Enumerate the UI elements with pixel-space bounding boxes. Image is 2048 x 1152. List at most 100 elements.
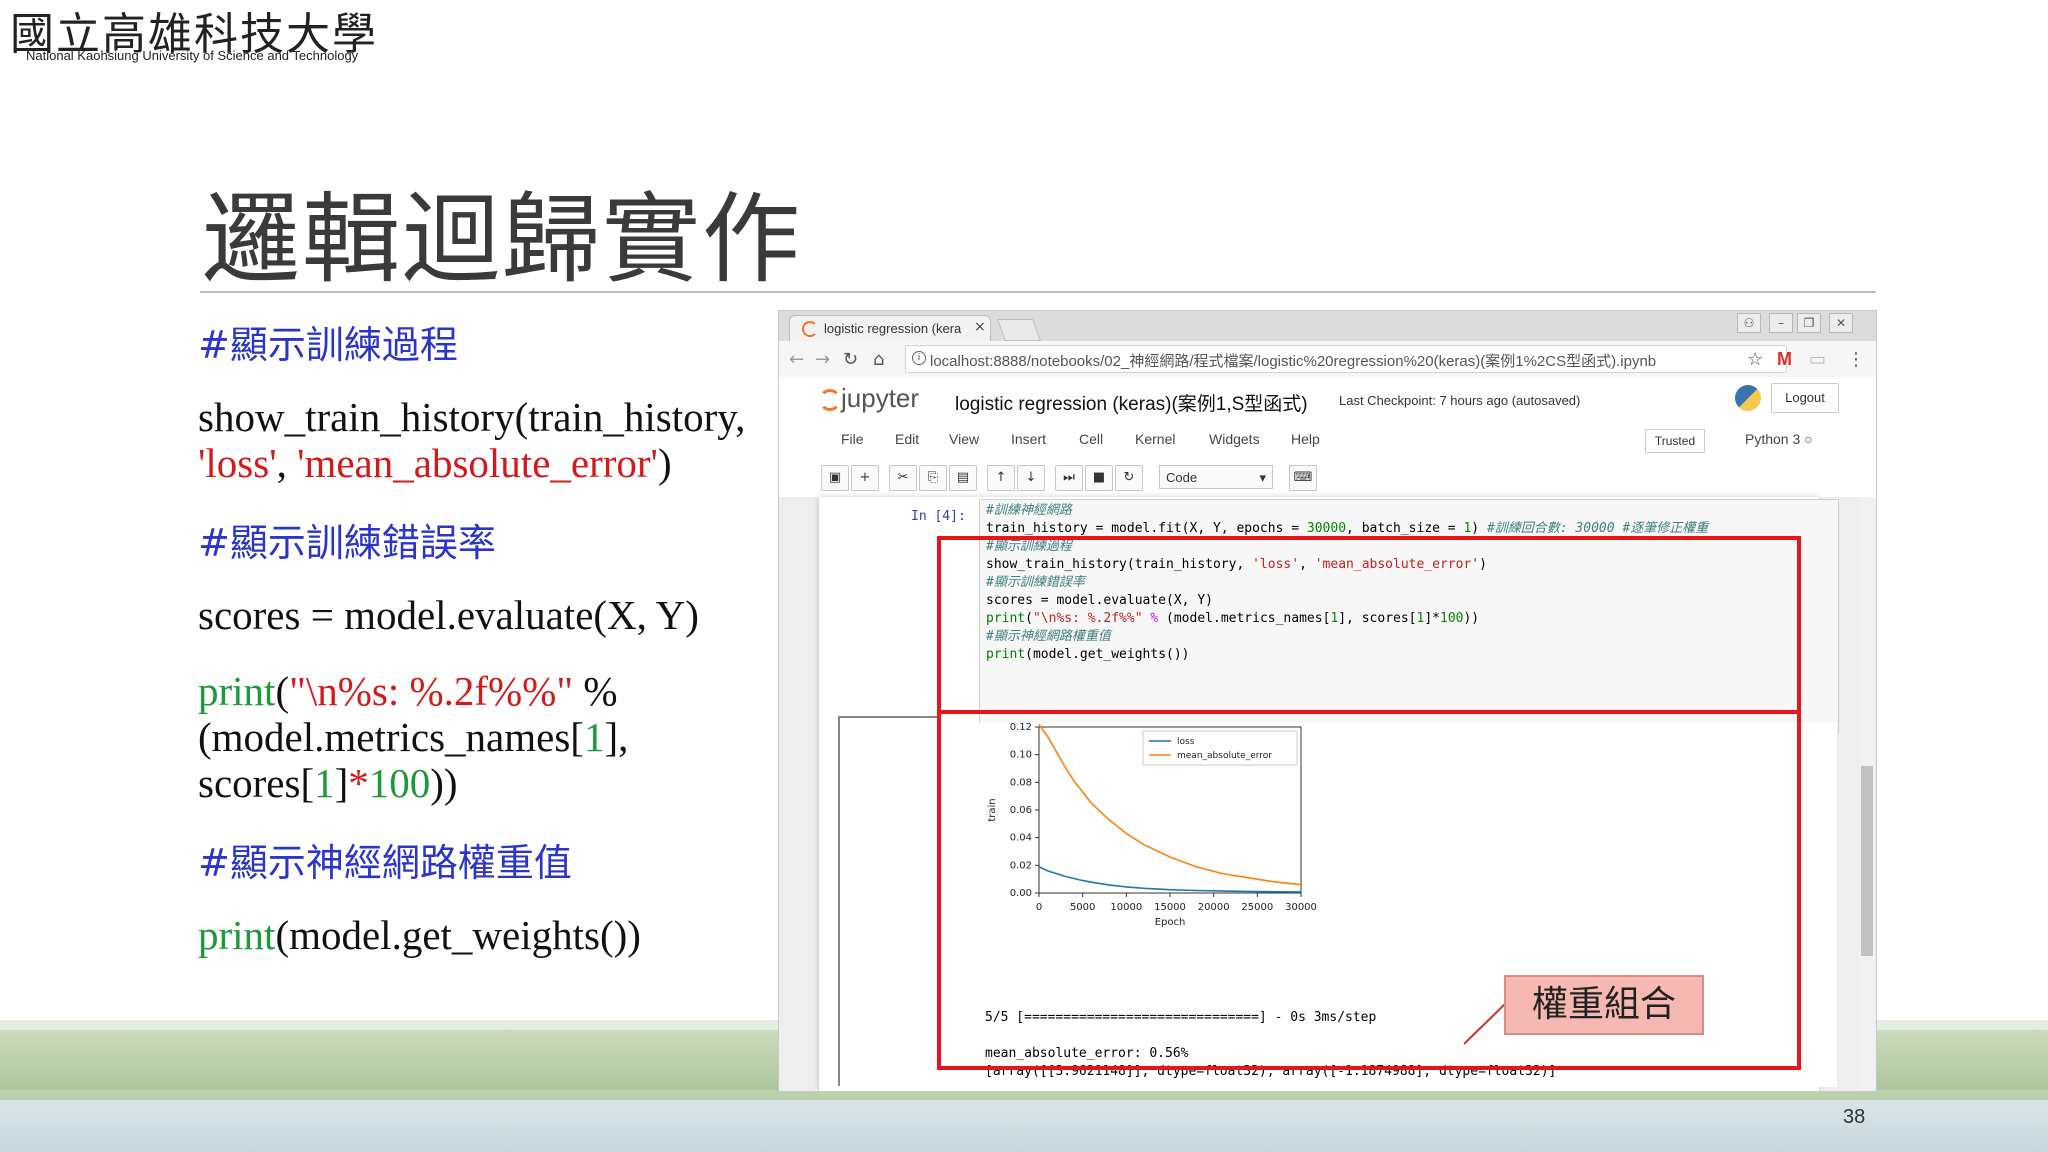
jupyter-logo-icon [819,389,841,411]
gmail-icon[interactable]: M [1777,349,1792,370]
copy-icon[interactable]: ⎘ [919,465,947,491]
bookmark-star-icon[interactable]: ☆ [1747,349,1763,370]
info-icon[interactable]: i [912,351,926,365]
input-prompt: In [4]: [911,509,966,524]
output-collapser [838,716,940,1086]
code-line-scores: scores[1]*100)) [198,760,458,806]
code-line-show-history-args: 'loss', 'mean_absolute_error') [198,440,672,486]
menu-kernel[interactable]: Kernel [1135,431,1175,447]
comment-show-history: #顯示訓練過程 [198,323,458,367]
percent-op: % [573,668,618,714]
code-line-evaluate: scores = model.evaluate(X, Y) [198,592,699,638]
checkpoint-status: Last Checkpoint: 7 hours ago (autosaved) [1339,393,1581,408]
arg-sep: , [276,440,298,486]
jupyter-header: jupyter logistic regression (keras)(案例1,… [779,377,1876,423]
page-number: 38 [1843,1106,1866,1128]
menu-view[interactable]: View [949,431,979,447]
index-one: 1 [583,714,605,760]
jupyter-logo-text[interactable]: jupyter [841,383,919,414]
back-icon[interactable]: ← [789,349,804,370]
format-string: "\n%s: %.2f%%" [289,668,574,714]
notebook-title[interactable]: logistic regression (keras)(案例1,S型函式) [955,389,1308,416]
scores-bracket: ] [334,760,349,806]
python-logo-icon [1735,385,1761,411]
tab-strip: logistic regression (kera × ⚇ – ❐ ✕ [779,311,1876,342]
metrics-names: (model.metrics_names[ [198,714,584,760]
extension-icon[interactable]: ▭ [1809,349,1826,370]
arg-mae: 'mean_absolute_error' [297,440,658,486]
plus-icon[interactable]: + [851,465,879,491]
page-scrollbar-thumb[interactable] [1861,766,1873,956]
home-icon[interactable]: ⌂ [873,349,884,370]
logout-button[interactable]: Logout [1771,383,1839,413]
jupyter-favicon-icon [802,321,818,337]
menu-cell[interactable]: Cell [1079,431,1103,447]
comment-weights: #顯示神經網路權重值 [198,841,572,885]
kernel-indicator: Python 3 ○ [1745,431,1813,447]
notebook-menubar: File Edit View Insert Cell Kernel Widget… [779,423,1876,458]
tab-title: logistic regression (kera [824,321,962,336]
scores-index: 1 [314,760,335,806]
weights-callout: 權重組合 [1504,975,1704,1035]
minimize-icon[interactable]: – [1769,313,1793,333]
notebook-toolbar: ▣ + ✂ ⎘ ▤ ↑ ↓ ⏭ ■ ↻ Code ▾ ⌨ [779,457,1876,498]
forward-icon[interactable]: → [815,349,830,370]
code-token: , batch_size = [1346,521,1464,536]
scores-open: scores[ [198,760,315,806]
cell-type-select[interactable]: Code ▾ [1159,465,1273,489]
cell-type-value: Code [1166,470,1198,485]
menu-edit[interactable]: Edit [895,431,919,447]
slide-title: 邏輯迴歸實作 [202,183,803,297]
code-line-get-weights: print(model.get_weights()) [198,912,641,958]
address-bar-row: ← → ↻ ⌂ i localhost:8888/notebooks/02_神經… [779,341,1876,378]
cut-icon[interactable]: ✂ [889,465,917,491]
times-op: * [348,760,369,806]
highlight-code-box [937,536,1801,714]
menu-kebab-icon[interactable]: ⋮ [1847,349,1865,370]
lake-water [0,1100,2048,1152]
menu-help[interactable]: Help [1291,431,1320,447]
paren-open: ( [275,668,290,714]
url-text: localhost:8888/notebooks/02_神經網路/程式檔案/lo… [930,353,1657,370]
bracket-close: ], [604,714,629,760]
save-icon[interactable]: ▣ [821,465,849,491]
comment-error-rate: #顯示訓練錯誤率 [198,521,496,565]
arrow-up-icon[interactable]: ↑ [987,465,1015,491]
profile-icon[interactable]: ⚇ [1737,313,1761,333]
code-token: 30000 [1306,521,1347,536]
arg-close: ) [657,440,672,486]
menu-widgets[interactable]: Widgets [1209,431,1260,447]
trusted-badge[interactable]: Trusted [1645,429,1705,453]
arg-loss: 'loss' [198,440,277,486]
code-line-show-history: show_train_history(train_history, [198,394,746,440]
new-tab-button[interactable] [996,319,1042,341]
step-forward-icon[interactable]: ⏭ [1055,465,1083,491]
code-token: ) [1471,521,1487,536]
kw-print-2: print [198,912,276,958]
arrow-down-icon[interactable]: ↓ [1017,465,1045,491]
scores-close: )) [430,760,458,806]
menu-insert[interactable]: Insert [1011,431,1046,447]
stop-icon[interactable]: ■ [1085,465,1113,491]
code-line-print-score: print("\n%s: %.2f%%" % [198,668,617,714]
chevron-down-icon: ▾ [1259,470,1266,485]
code-line-metrics-names: (model.metrics_names[1], [198,714,628,760]
code-line: #訓練神經網路 [986,502,1708,520]
restore-icon[interactable]: ❐ [1797,313,1821,333]
code-token: #訓練回合數: 30000 #逐筆修正權重 [1486,521,1709,536]
reload-icon[interactable]: ↻ [843,349,858,370]
paste-icon[interactable]: ▤ [949,465,977,491]
browser-tab[interactable]: logistic regression (kera × [789,315,991,342]
code-token: #訓練神經網路 [986,503,1072,518]
url-input[interactable]: i localhost:8888/notebooks/02_神經網路/程式檔案/… [905,345,1787,373]
refresh-icon[interactable]: ↻ [1115,465,1143,491]
tab-close-icon[interactable]: × [974,319,986,335]
title-divider [200,291,1876,293]
hundred: 100 [368,760,431,806]
close-window-icon[interactable]: ✕ [1829,313,1853,333]
university-name-en: National Kaohsiung University of Science… [26,48,359,63]
keyboard-icon[interactable]: ⌨ [1289,465,1317,491]
kw-print: print [198,668,276,714]
menu-file[interactable]: File [841,431,864,447]
get-weights-call: (model.get_weights()) [275,912,641,958]
